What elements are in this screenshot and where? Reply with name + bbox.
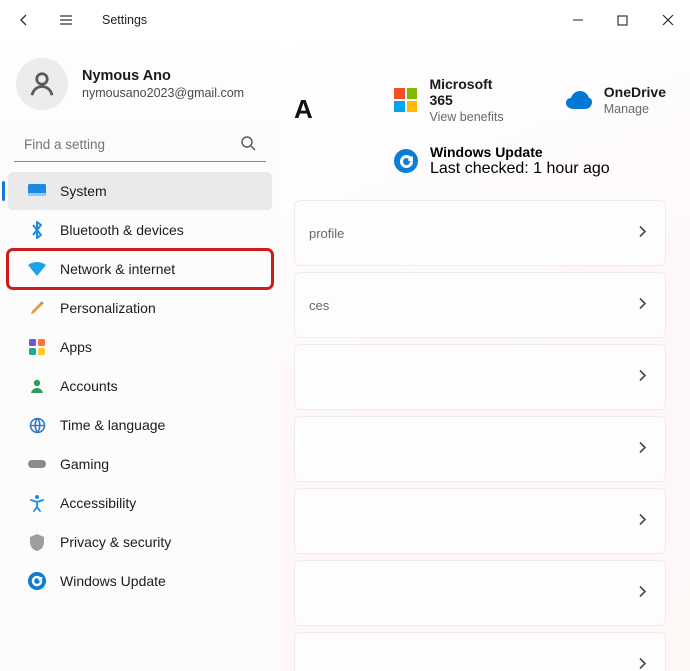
gamepad-icon — [28, 455, 46, 473]
sidebar-item-privacy[interactable]: Privacy & security — [8, 523, 272, 561]
person-icon — [28, 377, 46, 395]
chevron-right-icon — [637, 225, 647, 242]
profile-name: Nymous Ano — [82, 68, 244, 84]
avatar — [16, 58, 68, 110]
promo-row: Microsoft 365 View benefits OneDrive Man… — [394, 76, 666, 124]
onedrive-icon — [566, 91, 592, 109]
window-title: Settings — [102, 13, 147, 27]
bluetooth-icon — [28, 221, 46, 239]
sidebar-item-apps[interactable]: Apps — [8, 328, 272, 366]
sidebar-item-label: Time & language — [60, 417, 165, 433]
page-heading-fragment: A — [294, 94, 314, 125]
sidebar-item-time-language[interactable]: Time & language — [8, 406, 272, 444]
update-subtitle: Last checked: 1 hour ago — [430, 160, 610, 178]
card-text-fragment: profile — [309, 226, 344, 241]
update-title: Windows Update — [430, 144, 610, 160]
close-button[interactable] — [645, 0, 690, 40]
profile-block[interactable]: Nymous Ano nymousano2023@gmail.com — [0, 46, 280, 126]
promo-subtitle: Manage — [604, 102, 666, 116]
settings-card[interactable] — [294, 416, 666, 482]
main-content: A Microsoft 365 View benefits OneDrive M… — [280, 40, 690, 671]
minimize-button[interactable] — [555, 0, 600, 40]
sidebar-item-label: Accessibility — [60, 495, 136, 511]
sidebar-item-label: Gaming — [60, 456, 109, 472]
settings-card[interactable] — [294, 560, 666, 626]
sidebar-item-accessibility[interactable]: Accessibility — [8, 484, 272, 522]
chevron-right-icon — [637, 513, 647, 530]
sidebar-item-label: Bluetooth & devices — [60, 222, 184, 238]
promo-title: OneDrive — [604, 84, 666, 100]
sidebar-item-label: System — [60, 183, 107, 199]
microsoft-logo-icon — [394, 88, 417, 112]
chevron-right-icon — [637, 369, 647, 386]
sidebar-item-label: Apps — [60, 339, 92, 355]
sidebar-item-label: Windows Update — [60, 573, 166, 589]
search-input[interactable] — [14, 128, 266, 162]
sidebar-item-network[interactable]: Network & internet — [8, 250, 272, 288]
nav: System Bluetooth & devices Network & int… — [0, 172, 280, 600]
sidebar-item-personalization[interactable]: Personalization — [8, 289, 272, 327]
maximize-button[interactable] — [600, 0, 645, 40]
settings-cards: profile ces — [294, 200, 666, 671]
sidebar-item-label: Privacy & security — [60, 534, 171, 550]
nav-menu-button[interactable] — [46, 0, 86, 40]
promo-title: Microsoft 365 — [429, 76, 517, 108]
settings-card[interactable] — [294, 488, 666, 554]
settings-card[interactable]: profile — [294, 200, 666, 266]
promo-microsoft-365[interactable]: Microsoft 365 View benefits — [394, 76, 518, 124]
sidebar-item-system[interactable]: System — [8, 172, 272, 210]
search-icon — [240, 135, 256, 156]
wifi-icon — [28, 260, 46, 278]
sidebar-item-label: Accounts — [60, 378, 118, 394]
globe-clock-icon — [28, 416, 46, 434]
sidebar-item-label: Network & internet — [60, 261, 175, 277]
back-button[interactable] — [4, 0, 44, 40]
promo-onedrive[interactable]: OneDrive Manage — [566, 76, 666, 124]
settings-card[interactable] — [294, 632, 666, 671]
titlebar: Settings — [0, 0, 690, 40]
update-icon — [394, 149, 418, 173]
chevron-right-icon — [637, 585, 647, 602]
windows-update-status[interactable]: Windows Update Last checked: 1 hour ago — [394, 144, 666, 178]
sidebar-item-label: Personalization — [60, 300, 156, 316]
settings-card[interactable]: ces — [294, 272, 666, 338]
monitor-icon — [28, 182, 46, 200]
sidebar: Nymous Ano nymousano2023@gmail.com Syste… — [0, 40, 280, 671]
chevron-right-icon — [637, 441, 647, 458]
sidebar-item-bluetooth[interactable]: Bluetooth & devices — [8, 211, 272, 249]
update-icon — [28, 572, 46, 590]
accessibility-icon — [28, 494, 46, 512]
paintbrush-icon — [28, 299, 46, 317]
apps-icon — [28, 338, 46, 356]
sidebar-item-windows-update[interactable]: Windows Update — [8, 562, 272, 600]
sidebar-item-gaming[interactable]: Gaming — [8, 445, 272, 483]
settings-card[interactable] — [294, 344, 666, 410]
search-box — [14, 128, 266, 162]
chevron-right-icon — [637, 297, 647, 314]
shield-icon — [28, 533, 46, 551]
profile-email: nymousano2023@gmail.com — [82, 86, 244, 100]
promo-subtitle: View benefits — [429, 110, 517, 124]
card-text-fragment: ces — [309, 298, 329, 313]
chevron-right-icon — [637, 657, 647, 671]
sidebar-item-accounts[interactable]: Accounts — [8, 367, 272, 405]
